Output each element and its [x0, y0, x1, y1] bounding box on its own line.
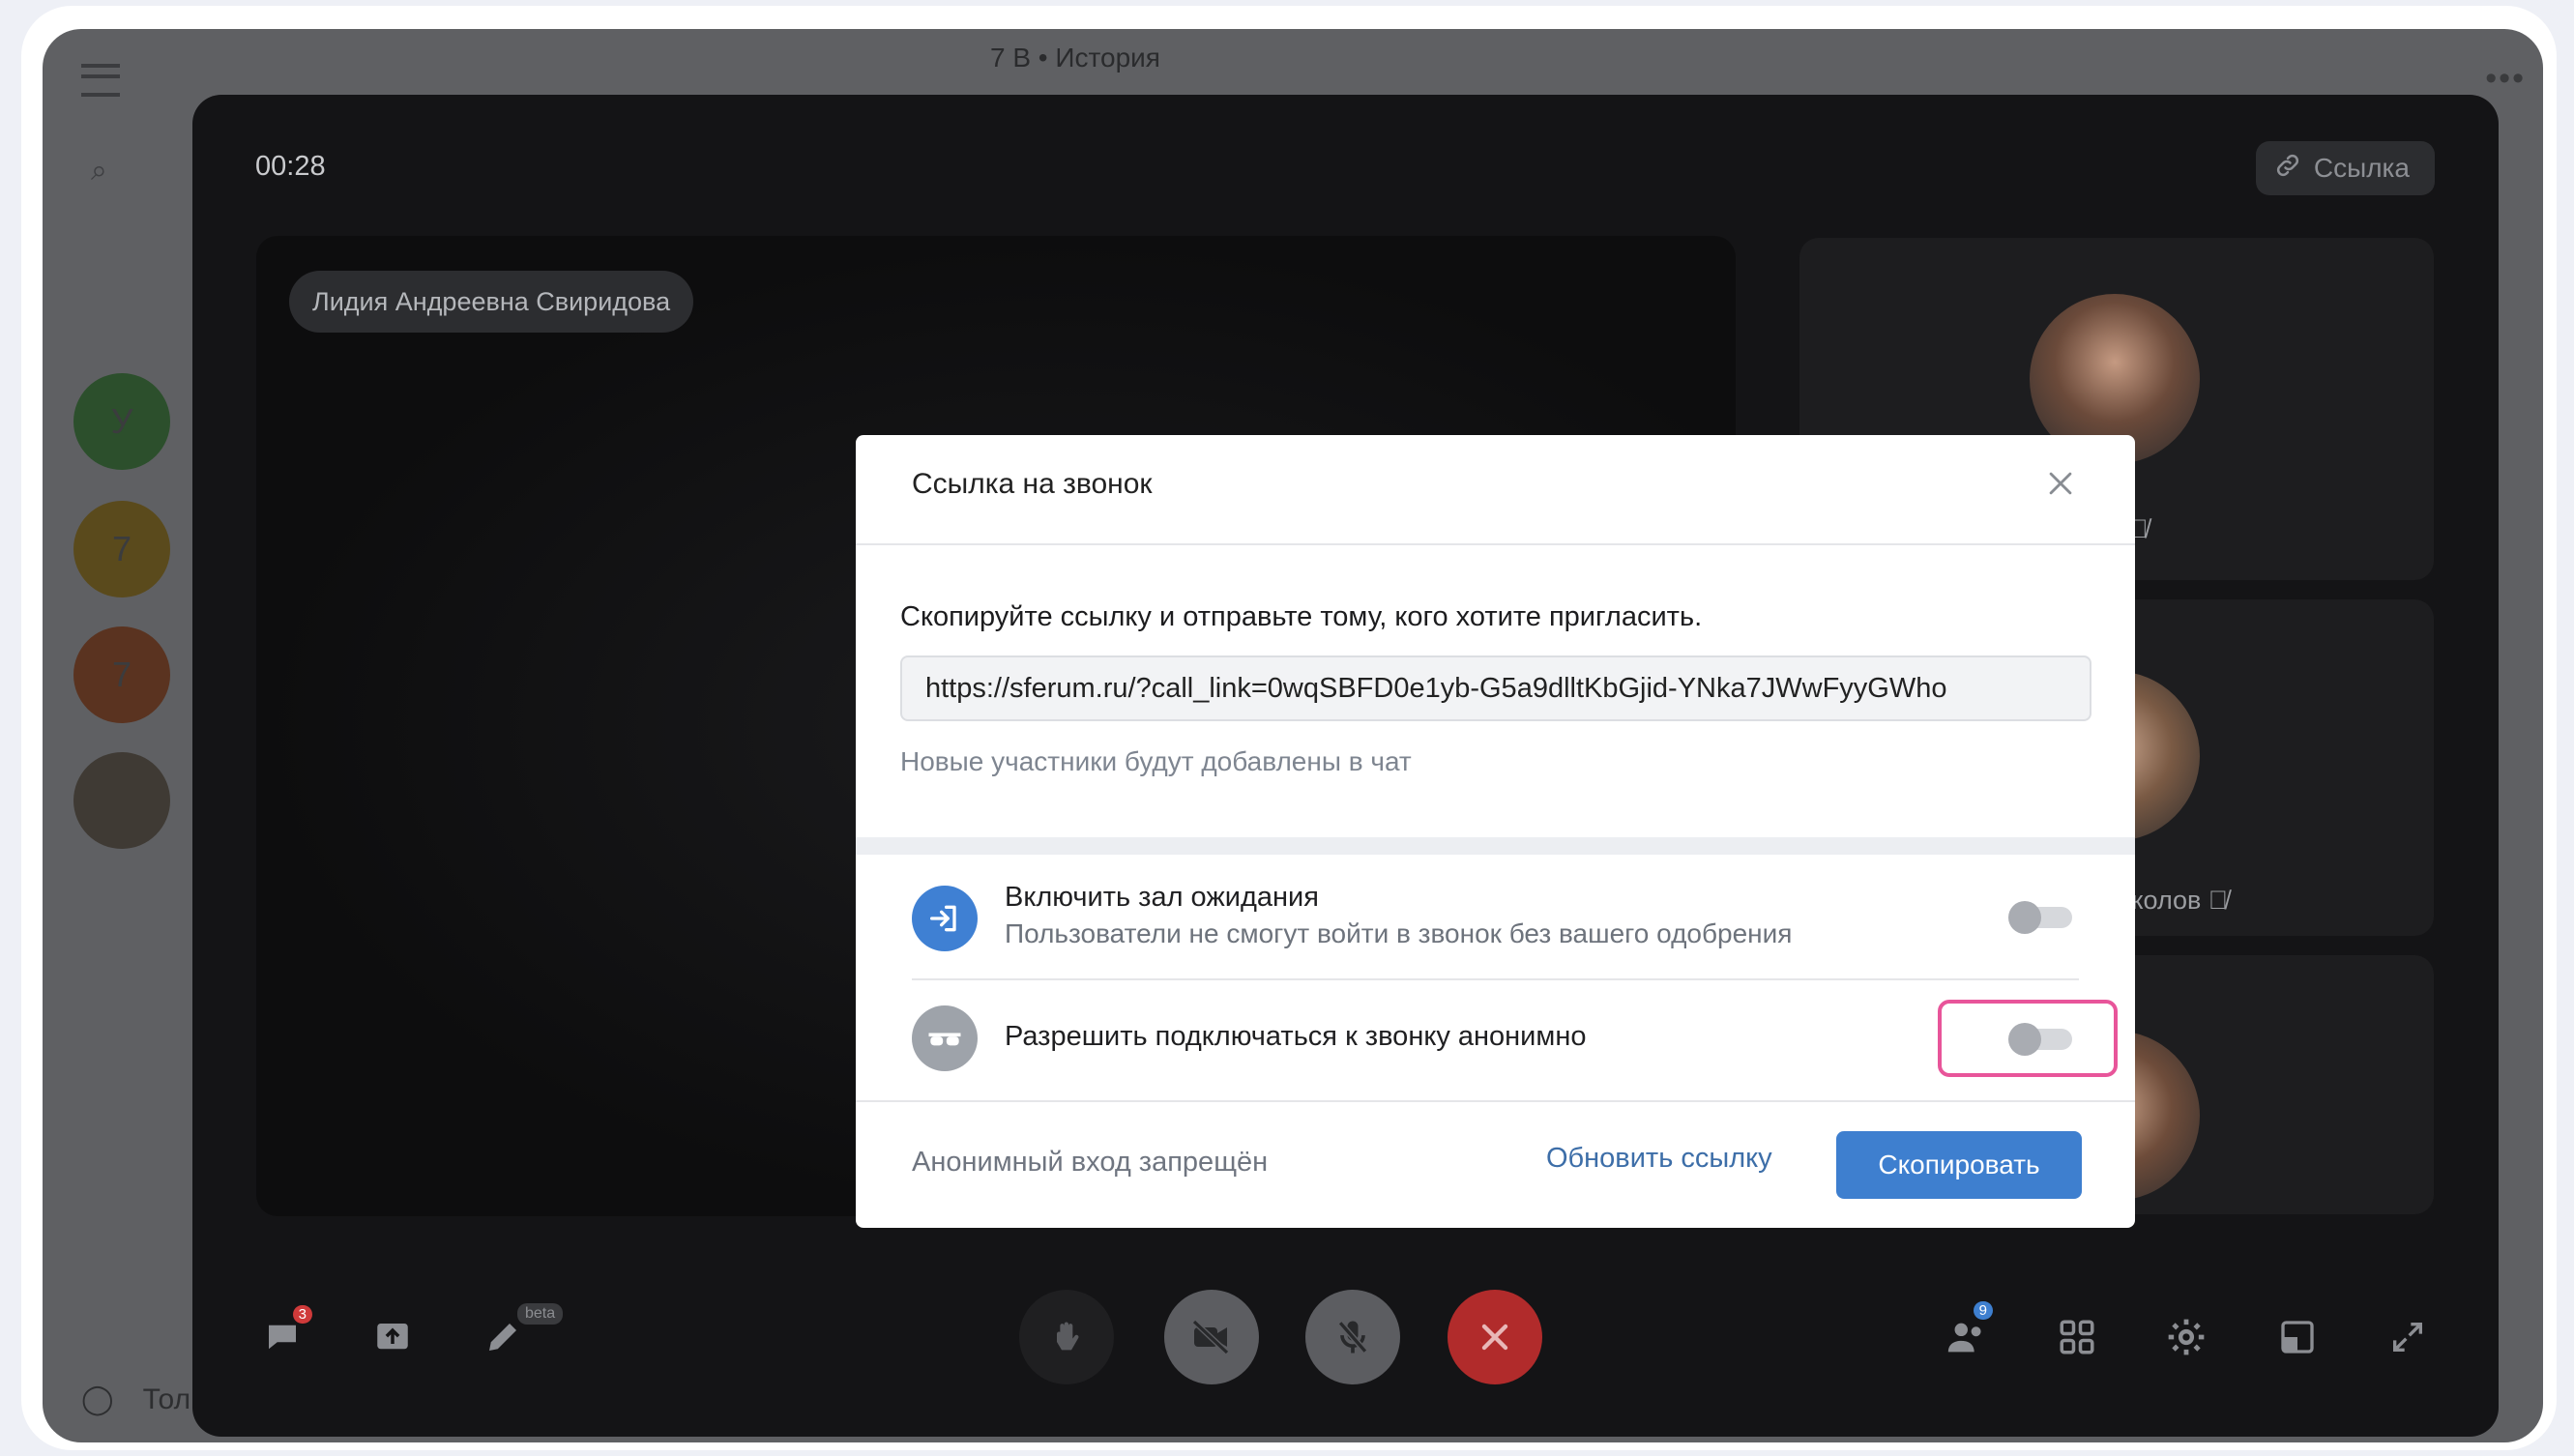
copy-button[interactable]: Скопировать	[1836, 1131, 2082, 1199]
expand-icon	[2393, 1323, 2422, 1352]
chat-button[interactable]: 3	[258, 1305, 312, 1361]
option-divider	[912, 978, 2079, 980]
camera-off-icon	[1191, 1319, 1230, 1355]
chat-badge: 3	[292, 1305, 312, 1324]
incognito-icon	[912, 1005, 978, 1071]
call-timer: 00:28	[255, 151, 326, 182]
hand-icon	[1057, 1322, 1079, 1351]
waiting-room-toggle[interactable]	[2008, 901, 2072, 934]
share-screen-button[interactable]	[368, 1313, 417, 1361]
beta-badge: beta	[517, 1303, 564, 1325]
enter-icon	[912, 886, 978, 951]
users-icon	[1947, 1323, 1981, 1353]
search-icon: ⌕	[91, 155, 107, 187]
more-icon: •••	[2485, 60, 2526, 97]
option-title: Разрешить подключаться к звонку анонимно	[1005, 1021, 1587, 1052]
layout-button[interactable]	[2273, 1313, 2322, 1361]
section-divider	[856, 837, 2135, 855]
chat-avatar: 7	[73, 626, 170, 723]
dialog-header: Ссылка на звонок	[856, 435, 2135, 545]
mic-toggle-button[interactable]	[1305, 1290, 1400, 1384]
participants-button[interactable]: 9	[1943, 1301, 1993, 1361]
close-button[interactable]	[2036, 462, 2085, 510]
footer-divider	[856, 1100, 2135, 1102]
chat-bubble-icon: ◯	[81, 1383, 114, 1415]
participants-badge: 9	[1973, 1301, 1993, 1320]
dialog-title: Ссылка на звонок	[912, 468, 1153, 500]
link-icon	[2273, 151, 2302, 187]
call-window: 00:28 Ссылка Лидия Андреевна Свиридова В…	[192, 95, 2499, 1437]
chat-avatar: У	[73, 373, 170, 470]
layout-icon	[2281, 1321, 2314, 1354]
app-screen: 7 В • История ••• ⌕ У 7 7 ◯ Только непро…	[43, 29, 2543, 1442]
chat-avatar: 7	[73, 501, 170, 597]
pencil-icon	[489, 1324, 516, 1351]
chat-title: 7 В • История	[990, 43, 1160, 73]
draw-button[interactable]: beta	[479, 1303, 564, 1361]
camera-toggle-button[interactable]	[1164, 1290, 1259, 1384]
refresh-link-button[interactable]: Обновить ссылку	[1546, 1143, 1772, 1175]
chat-icon	[269, 1325, 296, 1350]
call-link-field[interactable]: https://sferum.ru/?call_link=0wqSBFD0e1y…	[900, 655, 2091, 721]
call-controls: 3 beta 9	[192, 1284, 2499, 1390]
mic-off-icon	[1337, 1321, 1368, 1354]
grid-view-button[interactable]	[2053, 1313, 2101, 1361]
dialog-description: Скопируйте ссылку и отправьте тому, кого…	[900, 601, 1703, 632]
anonymous-status: Анонимный вход запрещён	[912, 1147, 1269, 1178]
dialog-note: Новые участники будут добавлены в чат	[900, 746, 1412, 776]
menu-icon	[81, 64, 120, 97]
chat-avatar	[73, 752, 170, 849]
fullscreen-button[interactable]	[2384, 1313, 2432, 1361]
gear-icon	[2168, 1319, 2205, 1355]
close-icon	[1481, 1324, 1508, 1351]
share-screen-icon	[377, 1324, 408, 1350]
settings-button[interactable]	[2162, 1313, 2210, 1361]
call-link-button[interactable]: Ссылка	[2255, 141, 2435, 195]
call-link-dialog: Ссылка на звонок Скопируйте ссылку и отп…	[856, 435, 2135, 1228]
end-call-button[interactable]	[1448, 1290, 1542, 1384]
speaker-name: Лидия Андреевна Свиридова	[289, 271, 694, 333]
mic-off-icon: 🎙̸	[2208, 886, 2229, 915]
option-title: Включить зал ожидания	[1005, 882, 1319, 913]
grid-icon	[2060, 1320, 2094, 1354]
raise-hand-button[interactable]	[1019, 1290, 1114, 1384]
option-subtitle: Пользователи не смогут войти в звонок бе…	[1005, 918, 1793, 948]
toggle-highlight	[1938, 1000, 2118, 1077]
close-icon	[2049, 472, 2072, 495]
